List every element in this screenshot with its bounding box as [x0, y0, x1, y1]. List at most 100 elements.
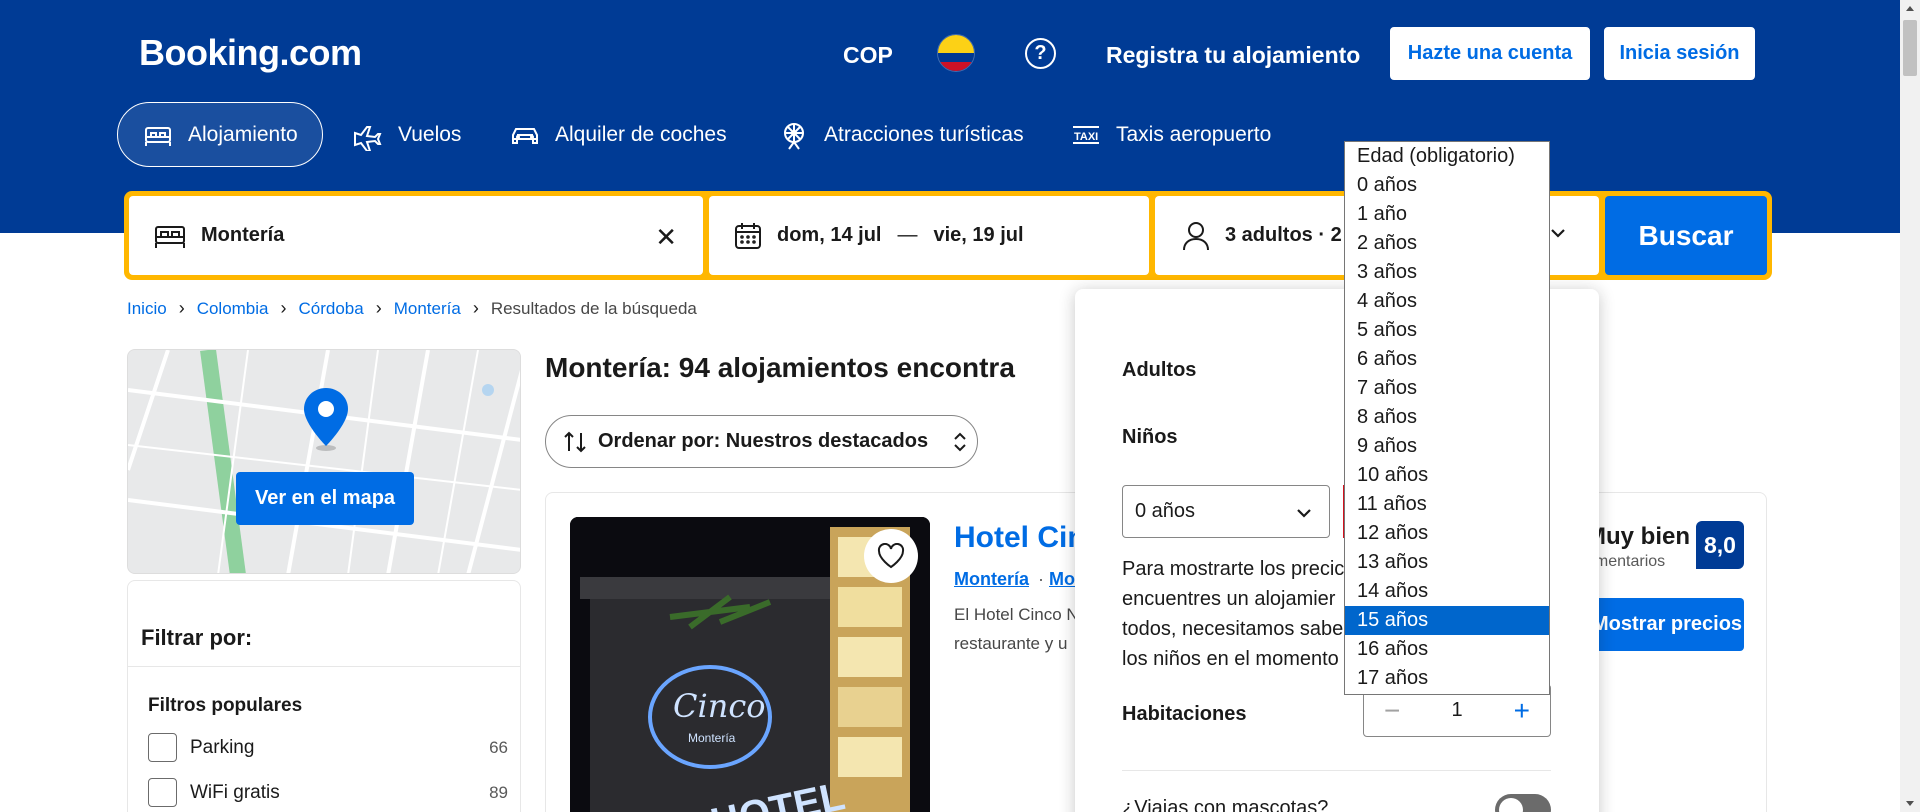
help-icon[interactable]: ?: [1025, 38, 1056, 69]
age-option[interactable]: 16 años: [1345, 635, 1549, 664]
breadcrumb-link[interactable]: Inicio: [127, 299, 167, 319]
filters-panel: Filtrar por: Filtros populares Parking 6…: [127, 580, 521, 812]
age-option[interactable]: 7 años: [1345, 374, 1549, 403]
age-option[interactable]: 6 años: [1345, 345, 1549, 374]
hotel-sign-text: Cinco: [673, 687, 766, 725]
signin-button[interactable]: Inicia sesión: [1604, 27, 1755, 80]
age-option[interactable]: 12 años: [1345, 519, 1549, 548]
age-option[interactable]: 0 años: [1345, 171, 1549, 200]
person-icon: [1183, 221, 1209, 250]
register-property-link[interactable]: Registra tu alojamiento: [1106, 42, 1360, 69]
tab-alquiler-coches[interactable]: Alquiler de coches: [509, 102, 727, 167]
children-label: Niños: [1122, 426, 1178, 448]
map-background: [128, 350, 520, 573]
age-option[interactable]: 4 años: [1345, 287, 1549, 316]
tab-label: Taxis aeropuerto: [1116, 122, 1272, 146]
tab-label: Vuelos: [398, 122, 462, 146]
date-end: vie, 19 jul: [933, 224, 1024, 246]
clear-destination-icon[interactable]: ✕: [655, 222, 677, 253]
results-title: Montería: 94 alojamientos encontra: [545, 352, 1015, 383]
breadcrumb-link[interactable]: Colombia: [197, 299, 269, 319]
tab-atracciones[interactable]: Atracciones turísticas: [778, 102, 1024, 167]
pets-toggle[interactable]: [1495, 794, 1551, 812]
updown-chevron-icon: [954, 432, 966, 451]
tab-label: Atracciones turísticas: [824, 122, 1024, 146]
tab-label: Alquiler de coches: [555, 122, 727, 146]
age-option-selected[interactable]: 15 años: [1345, 606, 1549, 635]
sort-arrows-icon: [564, 431, 586, 452]
rooms-increase-button[interactable]: +: [1514, 695, 1530, 727]
chevron-down-icon: [1551, 229, 1565, 238]
hotel-name-link[interactable]: Hotel Cin: [954, 521, 1086, 555]
age-option[interactable]: 17 años: [1345, 664, 1549, 693]
destination-field[interactable]: Montería ✕: [129, 196, 703, 275]
show-prices-button[interactable]: Mostrar precios: [1586, 598, 1744, 651]
hotel-description: El Hotel Cinco N restaurante y u: [954, 600, 1094, 658]
signup-button[interactable]: Hazte una cuenta: [1390, 27, 1590, 80]
dates-field[interactable]: dom, 14 jul — vie, 19 jul: [709, 196, 1149, 275]
chevron-right-icon: ›: [375, 298, 382, 318]
car-icon: [512, 127, 538, 144]
age-option[interactable]: 14 años: [1345, 577, 1549, 606]
search-button[interactable]: Buscar: [1605, 196, 1767, 275]
breadcrumb-link[interactable]: Córdoba: [299, 299, 364, 319]
scroll-down-arrow-icon[interactable]: [1906, 801, 1914, 806]
age-option[interactable]: 5 años: [1345, 316, 1549, 345]
rooms-value: 1: [1451, 699, 1463, 721]
breadcrumb-link[interactable]: Montería: [394, 299, 461, 319]
age-option[interactable]: Edad (obligatorio): [1345, 142, 1549, 171]
currency-selector[interactable]: COP: [843, 42, 893, 69]
page-scrollbar[interactable]: [1900, 0, 1920, 812]
description-line: los niños en el momento: [1122, 648, 1339, 670]
divider: [1122, 770, 1551, 771]
checkbox[interactable]: [148, 778, 177, 807]
hotel-sign-text: Montería: [688, 731, 736, 745]
hotel-photo[interactable]: Cinco Montería HOTEL: [570, 517, 930, 812]
age-option[interactable]: 13 años: [1345, 548, 1549, 577]
rooms-label: Habitaciones: [1122, 703, 1247, 725]
age-dropdown-list: Edad (obligatorio) 0 años 1 año 2 años 3…: [1344, 141, 1550, 695]
date-start: dom, 14 jul: [777, 224, 882, 246]
calendar-icon: [735, 222, 761, 249]
rooms-decrease-button[interactable]: −: [1384, 695, 1400, 727]
sort-button[interactable]: Ordenar por: Nuestros destacados: [545, 415, 978, 468]
breadcrumb: Inicio › Colombia › Córdoba › Montería ›…: [127, 298, 697, 319]
filter-count: 89: [489, 782, 508, 802]
chevron-right-icon: ›: [178, 298, 185, 318]
tab-taxis[interactable]: TAXI Taxis aeropuerto: [1070, 102, 1271, 167]
filter-row[interactable]: Parking 66: [148, 733, 508, 762]
taxi-icon: TAXI: [1073, 125, 1099, 144]
attractions-icon: [784, 122, 804, 150]
age-option[interactable]: 9 años: [1345, 432, 1549, 461]
location-separator: ·: [1038, 569, 1044, 589]
child-age-select[interactable]: 0 años: [1122, 485, 1330, 538]
description-line: encuentres un alojamier: [1122, 588, 1336, 610]
age-option[interactable]: 8 años: [1345, 403, 1549, 432]
svg-text:TAXI: TAXI: [1074, 131, 1098, 143]
age-option[interactable]: 11 años: [1345, 490, 1549, 519]
tab-vuelos[interactable]: Vuelos: [352, 102, 461, 167]
show-map-button[interactable]: Ver en el mapa: [236, 472, 414, 525]
age-option[interactable]: 2 años: [1345, 229, 1549, 258]
description-line: Para mostrarte los precic: [1122, 558, 1345, 580]
checkbox[interactable]: [148, 733, 177, 762]
filter-label: WiFi gratis: [190, 781, 280, 803]
children-age-description: Para mostrarte los precic encuentres un …: [1122, 554, 1352, 674]
hotel-map-link[interactable]: Mo: [1049, 569, 1075, 590]
tab-alojamiento[interactable]: Alojamiento: [117, 102, 323, 167]
scrollbar-thumb[interactable]: [1903, 20, 1917, 76]
map-preview[interactable]: Ver en el mapa: [127, 349, 521, 574]
booking-logo[interactable]: Booking.com: [139, 32, 362, 74]
scroll-up-arrow-icon[interactable]: [1906, 6, 1914, 11]
colombia-flag-icon[interactable]: [937, 34, 975, 72]
age-option[interactable]: 3 años: [1345, 258, 1549, 287]
favorite-heart-icon[interactable]: [864, 529, 918, 583]
filter-row[interactable]: WiFi gratis 89: [148, 778, 508, 807]
plane-icon: [354, 125, 382, 151]
hotel-location-link[interactable]: Montería: [954, 569, 1029, 590]
filters-title: Filtrar por:: [141, 625, 253, 650]
age-option[interactable]: 1 año: [1345, 200, 1549, 229]
filters-section-title: Filtros populares: [148, 695, 303, 716]
pets-label: ¿Viajas con mascotas?: [1122, 797, 1329, 812]
age-option[interactable]: 10 años: [1345, 461, 1549, 490]
